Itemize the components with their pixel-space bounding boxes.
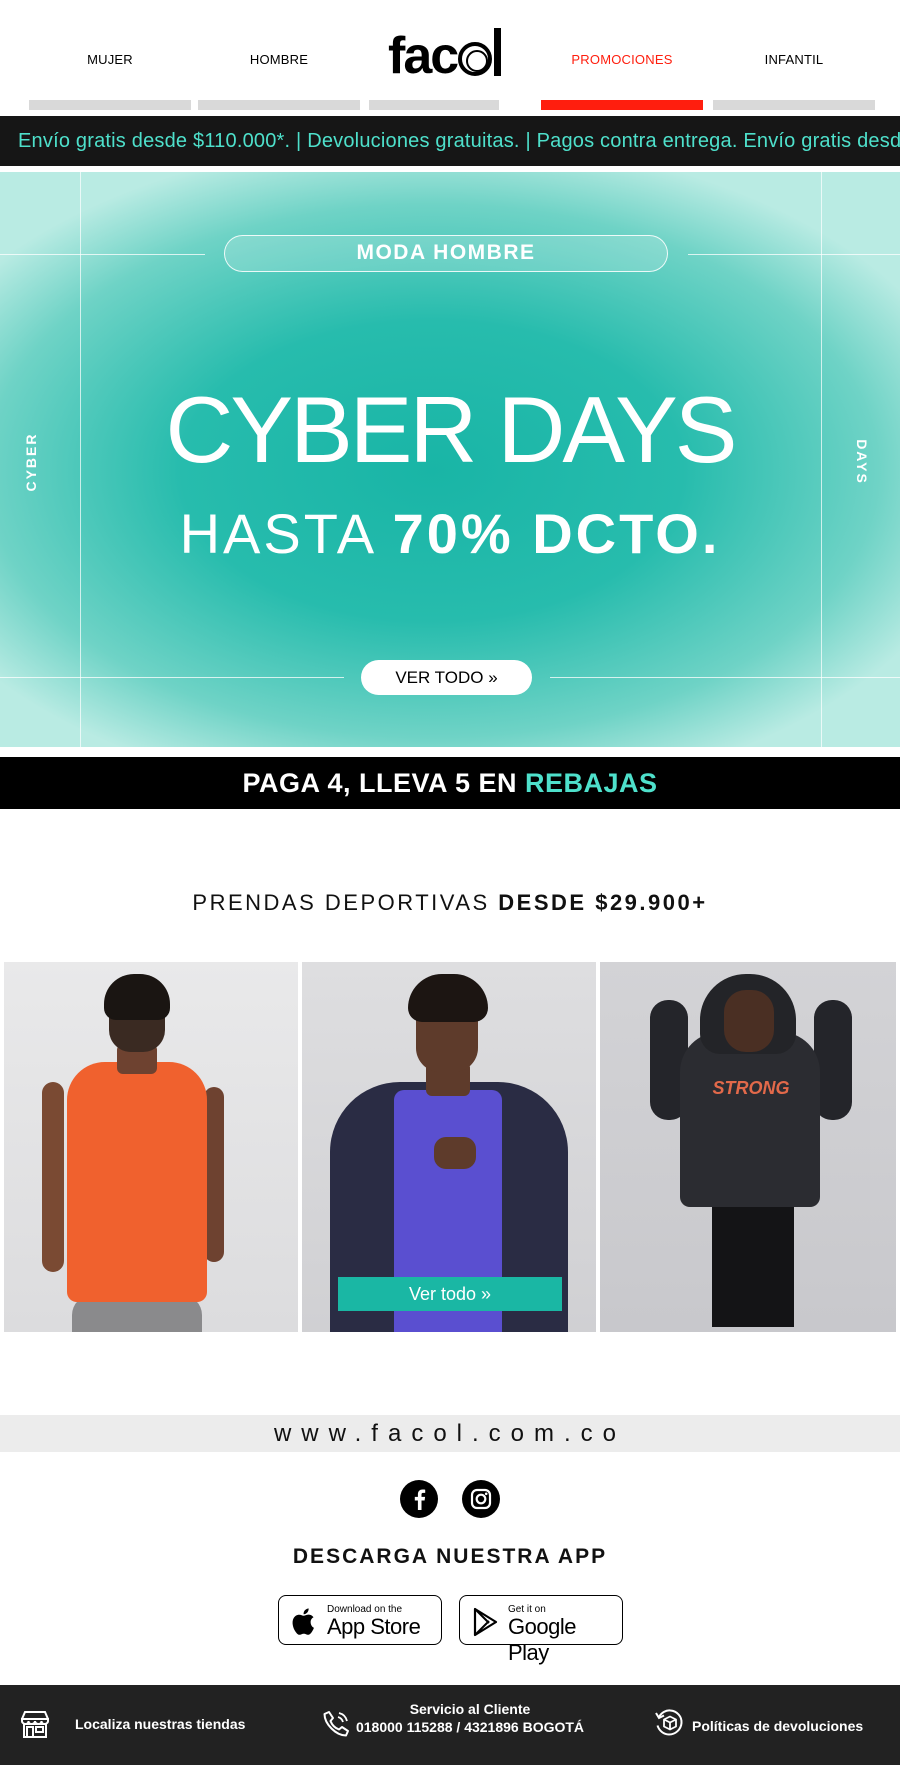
nav-item-underline bbox=[369, 100, 499, 110]
facebook-icon[interactable] bbox=[400, 1480, 438, 1518]
frame-line bbox=[0, 677, 344, 678]
orange-tank-top bbox=[67, 1062, 207, 1302]
ticker-text: Envío gratis desde $110.000*. | Devoluci… bbox=[18, 130, 900, 152]
black-hoodie bbox=[680, 1032, 820, 1207]
hero-subtitle-light: HASTA bbox=[179, 502, 393, 565]
nav-item-label: HOMBRE bbox=[249, 52, 309, 67]
store-locator-link[interactable]: Localiza nuestras tiendas bbox=[75, 1716, 245, 1732]
hero-title: CYBER DAYS bbox=[165, 377, 738, 482]
nav-item-mujer[interactable]: MUJER bbox=[29, 0, 191, 112]
hero-banner[interactable]: MODA HOMBRE CYBER DAYS CYBER DAYS HASTA … bbox=[0, 172, 900, 747]
site-url[interactable]: www.facol.com.co bbox=[0, 1415, 900, 1452]
top-nav: MUJER HOMBRE fac PROMOCIONES INFANTIL bbox=[0, 0, 900, 112]
hoodie-print: STRONG bbox=[712, 1078, 790, 1098]
promo-band[interactable]: PAGA 4, LLEVA 5 EN REBAJAS bbox=[0, 757, 900, 809]
nav-item-underline bbox=[541, 100, 703, 110]
nav-item-underline bbox=[198, 100, 360, 110]
apple-icon bbox=[292, 1608, 314, 1635]
facebook-glyph bbox=[414, 1489, 426, 1510]
orange-tank-top-photo[interactable] bbox=[4, 962, 298, 1332]
nav-item-label: MUJER bbox=[87, 52, 133, 67]
instagram-icon[interactable] bbox=[462, 1480, 500, 1518]
section-title-light: PRENDAS DEPORTIVAS bbox=[192, 890, 499, 915]
logo-l-stroke bbox=[494, 28, 502, 76]
customer-service-title: Servicio al Cliente bbox=[409, 1701, 531, 1717]
hair bbox=[104, 974, 170, 1020]
hero-subtitle-bold: 70% DCTO. bbox=[392, 502, 721, 565]
app-download-title: DESCARGA NUESTRA APP bbox=[292, 1545, 608, 1568]
hand bbox=[434, 1137, 476, 1169]
hair bbox=[408, 974, 488, 1022]
black-shorts bbox=[712, 1197, 794, 1327]
google-play-big: Google Play bbox=[508, 1614, 576, 1665]
facol-logo[interactable]: fac bbox=[388, 27, 512, 85]
hero-subtitle: HASTA 70% DCTO. bbox=[0, 502, 900, 566]
nav-item-label: INFANTIL bbox=[764, 52, 824, 67]
nav-item-infantil[interactable]: INFANTIL bbox=[713, 0, 875, 112]
promo-text: PAGA 4, LLEVA 5 EN bbox=[242, 768, 525, 798]
return-box-icon bbox=[655, 1709, 683, 1736]
face bbox=[724, 990, 774, 1052]
frame-line bbox=[550, 677, 900, 678]
nav-item-promociones[interactable]: PROMOCIONES bbox=[541, 0, 703, 112]
frame-line bbox=[0, 254, 205, 255]
footer-bar: Localiza nuestras tiendas Servicio al Cl… bbox=[0, 1685, 900, 1765]
phone-icon bbox=[323, 1711, 349, 1737]
section-title-bold: DESDE $29.900+ bbox=[498, 890, 708, 915]
nav-item-underline bbox=[29, 100, 191, 110]
arm-right bbox=[204, 1087, 224, 1262]
logo-o-ring bbox=[458, 42, 493, 76]
app-store-badge[interactable]: Download on the App Store bbox=[278, 1595, 442, 1645]
email-page: MUJER HOMBRE fac PROMOCIONES INFANTIL En… bbox=[0, 0, 900, 1765]
shipping-ticker: Envío gratis desde $110.000*. | Devoluci… bbox=[0, 116, 900, 166]
store-icon[interactable] bbox=[18, 1707, 52, 1741]
returns-policy-link[interactable]: Políticas de devoluciones bbox=[692, 1718, 863, 1734]
category-pill: MODA HOMBRE bbox=[224, 235, 668, 272]
ver-todo-button[interactable]: VER TODO » bbox=[361, 660, 532, 695]
logo-text-start: fac bbox=[388, 27, 459, 85]
section-title: PRENDAS DEPORTIVAS DESDE $29.900+ bbox=[0, 890, 900, 916]
black-hoodie-photo[interactable]: STRONG bbox=[600, 962, 896, 1332]
google-play-badge[interactable]: Get it on Google Play bbox=[459, 1595, 623, 1665]
nav-item-underline bbox=[713, 100, 875, 110]
app-store-big: App Store bbox=[327, 1614, 421, 1639]
customer-service-phone[interactable]: 018000 115288 / 4321896 BOGOTÁ bbox=[355, 1719, 585, 1735]
ver-todo-products-button[interactable]: Ver todo » bbox=[338, 1277, 562, 1311]
arm-left bbox=[42, 1082, 64, 1272]
nav-item-label: PROMOCIONES bbox=[571, 52, 673, 67]
promo-accent: REBAJAS bbox=[525, 768, 658, 798]
instagram-glyph bbox=[470, 1488, 492, 1510]
google-play-icon bbox=[473, 1607, 498, 1637]
frame-line bbox=[688, 254, 900, 255]
nav-item-hombre[interactable]: HOMBRE bbox=[198, 0, 360, 112]
